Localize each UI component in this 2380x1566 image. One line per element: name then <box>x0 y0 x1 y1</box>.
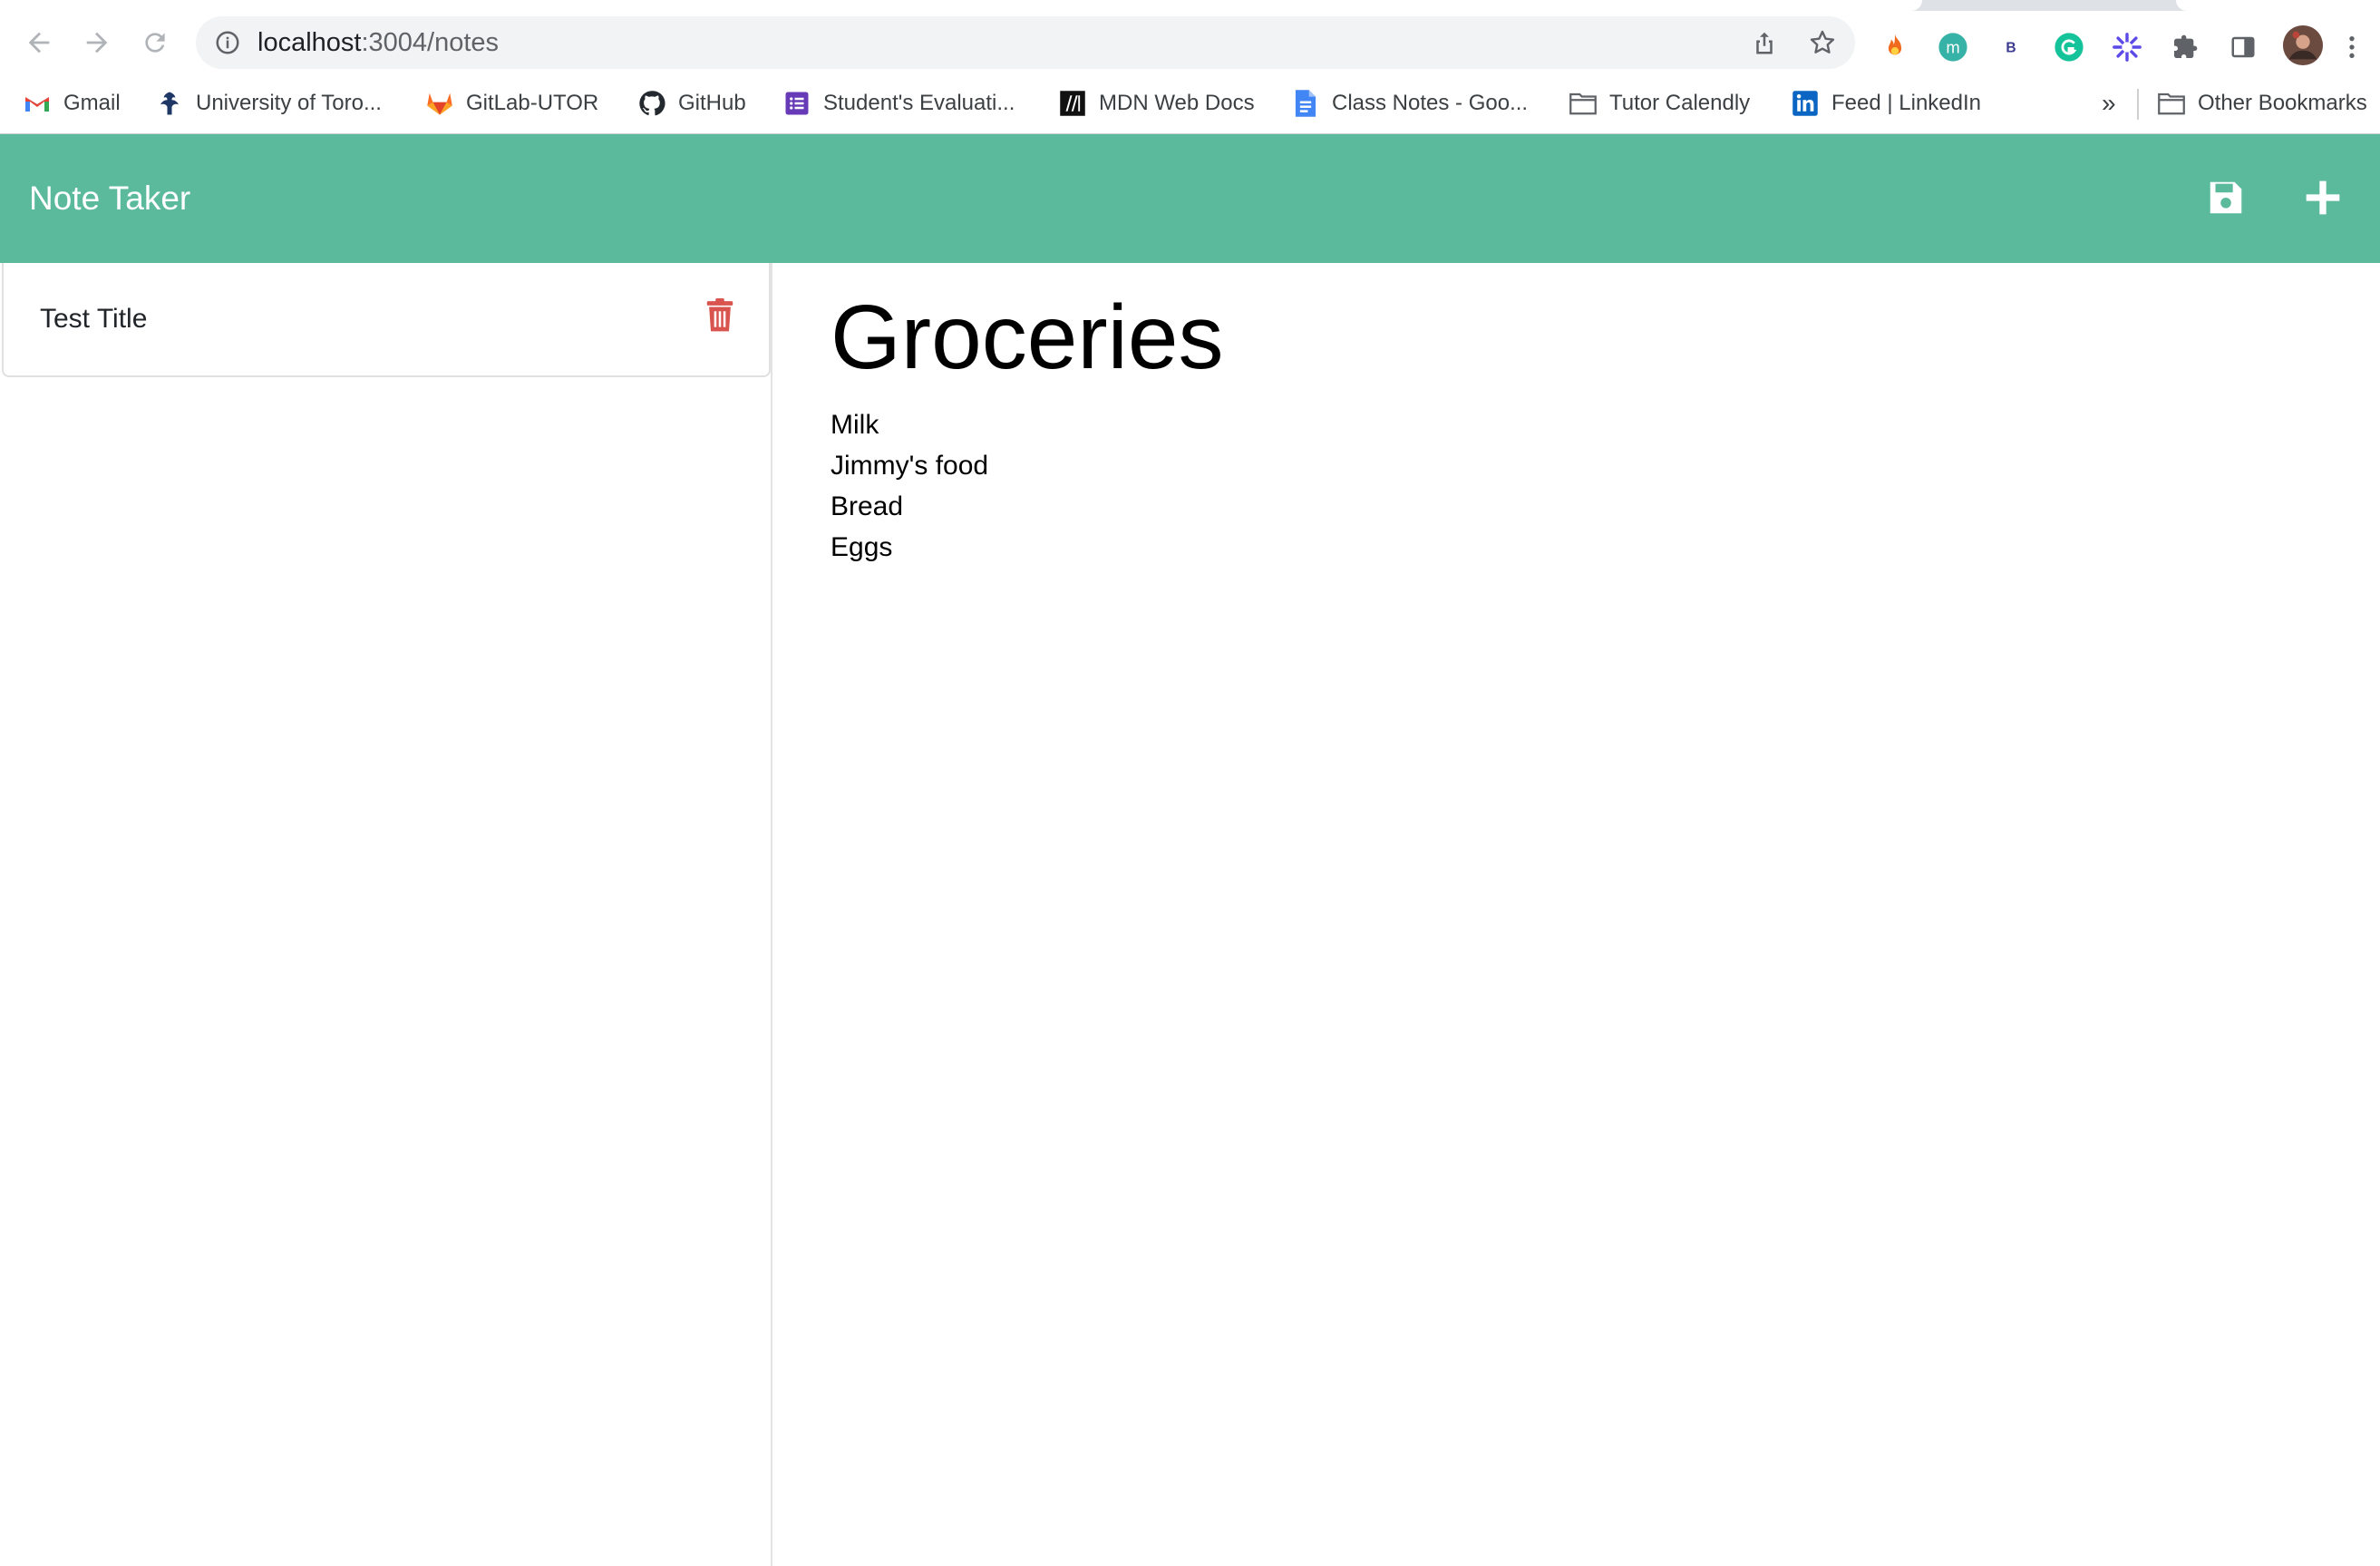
linkedin-icon <box>1792 90 1819 117</box>
save-icon <box>2210 181 2242 214</box>
google-docs-icon <box>1292 90 1319 117</box>
note-list-title: Test Title <box>40 304 148 334</box>
folder-icon <box>1569 90 1597 117</box>
fire-extension-icon[interactable] <box>1877 29 1913 65</box>
svg-text:m: m <box>1946 37 1959 56</box>
bookmark-tutor-calendly[interactable]: Tutor Calendly <box>1569 85 1750 122</box>
bookmark-label: Other Bookmarks <box>2198 91 2367 115</box>
bookmark-label: Tutor Calendly <box>1609 91 1751 115</box>
app-brand[interactable]: Note Taker <box>29 174 190 223</box>
bookmark-label: Feed | LinkedIn <box>1831 91 1982 115</box>
notes-sidebar: Test Title <box>0 263 772 1566</box>
bookmark-github[interactable]: GitHub <box>638 85 746 122</box>
side-panel-icon[interactable] <box>2225 29 2261 65</box>
note-editor: Groceries Milk Jimmy's food Bread Eggs <box>774 263 2380 1566</box>
bookmark-uoft[interactable]: University of Toro... <box>156 85 382 122</box>
info-icon[interactable] <box>214 29 241 56</box>
puzzle-icon[interactable] <box>2167 29 2203 65</box>
bookmark-label: GitHub <box>678 91 746 115</box>
arrow-right-icon <box>86 32 108 53</box>
plus-icon <box>2306 180 2340 215</box>
list-item[interactable]: Test Title <box>2 263 771 377</box>
chrome-menu-button[interactable] <box>2341 29 2363 65</box>
address-bar[interactable]: localhost:3004/notes <box>196 16 1855 69</box>
note-title-input[interactable]: Groceries <box>831 283 1223 392</box>
new-note-button[interactable] <box>2297 172 2348 223</box>
note-line: Bread <box>831 491 904 521</box>
trash-icon <box>706 298 733 332</box>
other-bookmarks[interactable]: Other Bookmarks <box>2158 85 2367 122</box>
bookmark-label: Class Notes - Goo... <box>1332 91 1529 115</box>
forms-icon <box>783 90 811 117</box>
bookmark-student-evaluation[interactable]: Student's Evaluati... <box>783 85 1015 122</box>
save-note-button[interactable] <box>2200 172 2251 223</box>
browser-toolbar: localhost:3004/notes m B <box>0 11 2380 74</box>
bookmarks-overflow-button[interactable]: » <box>2102 85 2116 122</box>
bookmark-label: Student's Evaluati... <box>823 91 1015 115</box>
browser-chrome: localhost:3004/notes m B Gmail Universit… <box>0 0 2380 134</box>
url-path: :3004/notes <box>361 28 500 57</box>
note-line: Eggs <box>831 532 893 562</box>
profile-avatar[interactable] <box>2281 24 2325 67</box>
tab-strip <box>0 0 2380 11</box>
folder-icon <box>2158 90 2185 117</box>
delete-note-button[interactable] <box>702 296 738 336</box>
url-text[interactable]: localhost:3004/notes <box>257 27 499 58</box>
b-extension-icon[interactable]: B <box>1993 29 2029 65</box>
overflow-chevron: » <box>2102 89 2116 117</box>
forward-button[interactable] <box>74 20 120 65</box>
note-text-area[interactable]: Milk Jimmy's food Bread Eggs <box>831 404 1919 568</box>
bookmark-linkedin[interactable]: Feed | LinkedIn <box>1792 85 1981 122</box>
app-navbar: Note Taker <box>0 134 2380 263</box>
bookmark-gitlab[interactable]: GitLab-UTOR <box>426 85 598 122</box>
share-button[interactable] <box>1746 24 1783 61</box>
burst-extension-icon[interactable] <box>2109 29 2145 65</box>
bookmark-star-button[interactable] <box>1804 24 1841 61</box>
mdn-icon <box>1059 90 1086 117</box>
bookmark-label: Gmail <box>63 91 121 115</box>
bookmark-label: MDN Web Docs <box>1099 91 1255 115</box>
kebab-menu-icon <box>2349 36 2355 58</box>
arrow-left-icon <box>28 32 50 53</box>
star-icon <box>1810 30 1835 53</box>
uoft-icon <box>156 90 183 117</box>
bookmark-class-notes[interactable]: Class Notes - Goo... <box>1292 85 1528 122</box>
github-icon <box>638 90 665 117</box>
svg-text:B: B <box>2006 41 2016 56</box>
gitlab-icon <box>426 90 453 117</box>
bookmarks-bar: Gmail University of Toro... GitLab-UTOR … <box>0 74 2380 134</box>
inactive-tab[interactable] <box>2176 0 2380 11</box>
active-tab[interactable] <box>0 0 1922 11</box>
note-line: Milk <box>831 410 879 440</box>
bookmark-label: GitLab-UTOR <box>466 91 599 115</box>
grammarly-icon[interactable] <box>2051 29 2087 65</box>
url-host: localhost <box>257 28 362 57</box>
bookmark-mdn[interactable]: MDN Web Docs <box>1059 85 1255 122</box>
share-icon <box>1756 32 1773 54</box>
bookmarks-divider <box>2137 89 2139 120</box>
reload-button[interactable] <box>132 20 178 65</box>
reload-icon <box>145 33 165 53</box>
gmail-icon <box>24 90 51 117</box>
note-line: Jimmy's food <box>831 451 989 481</box>
m-extension-icon[interactable]: m <box>1935 29 1971 65</box>
back-button[interactable] <box>16 20 62 65</box>
bookmark-gmail[interactable]: Gmail <box>24 85 121 122</box>
bookmark-label: University of Toro... <box>196 91 382 115</box>
